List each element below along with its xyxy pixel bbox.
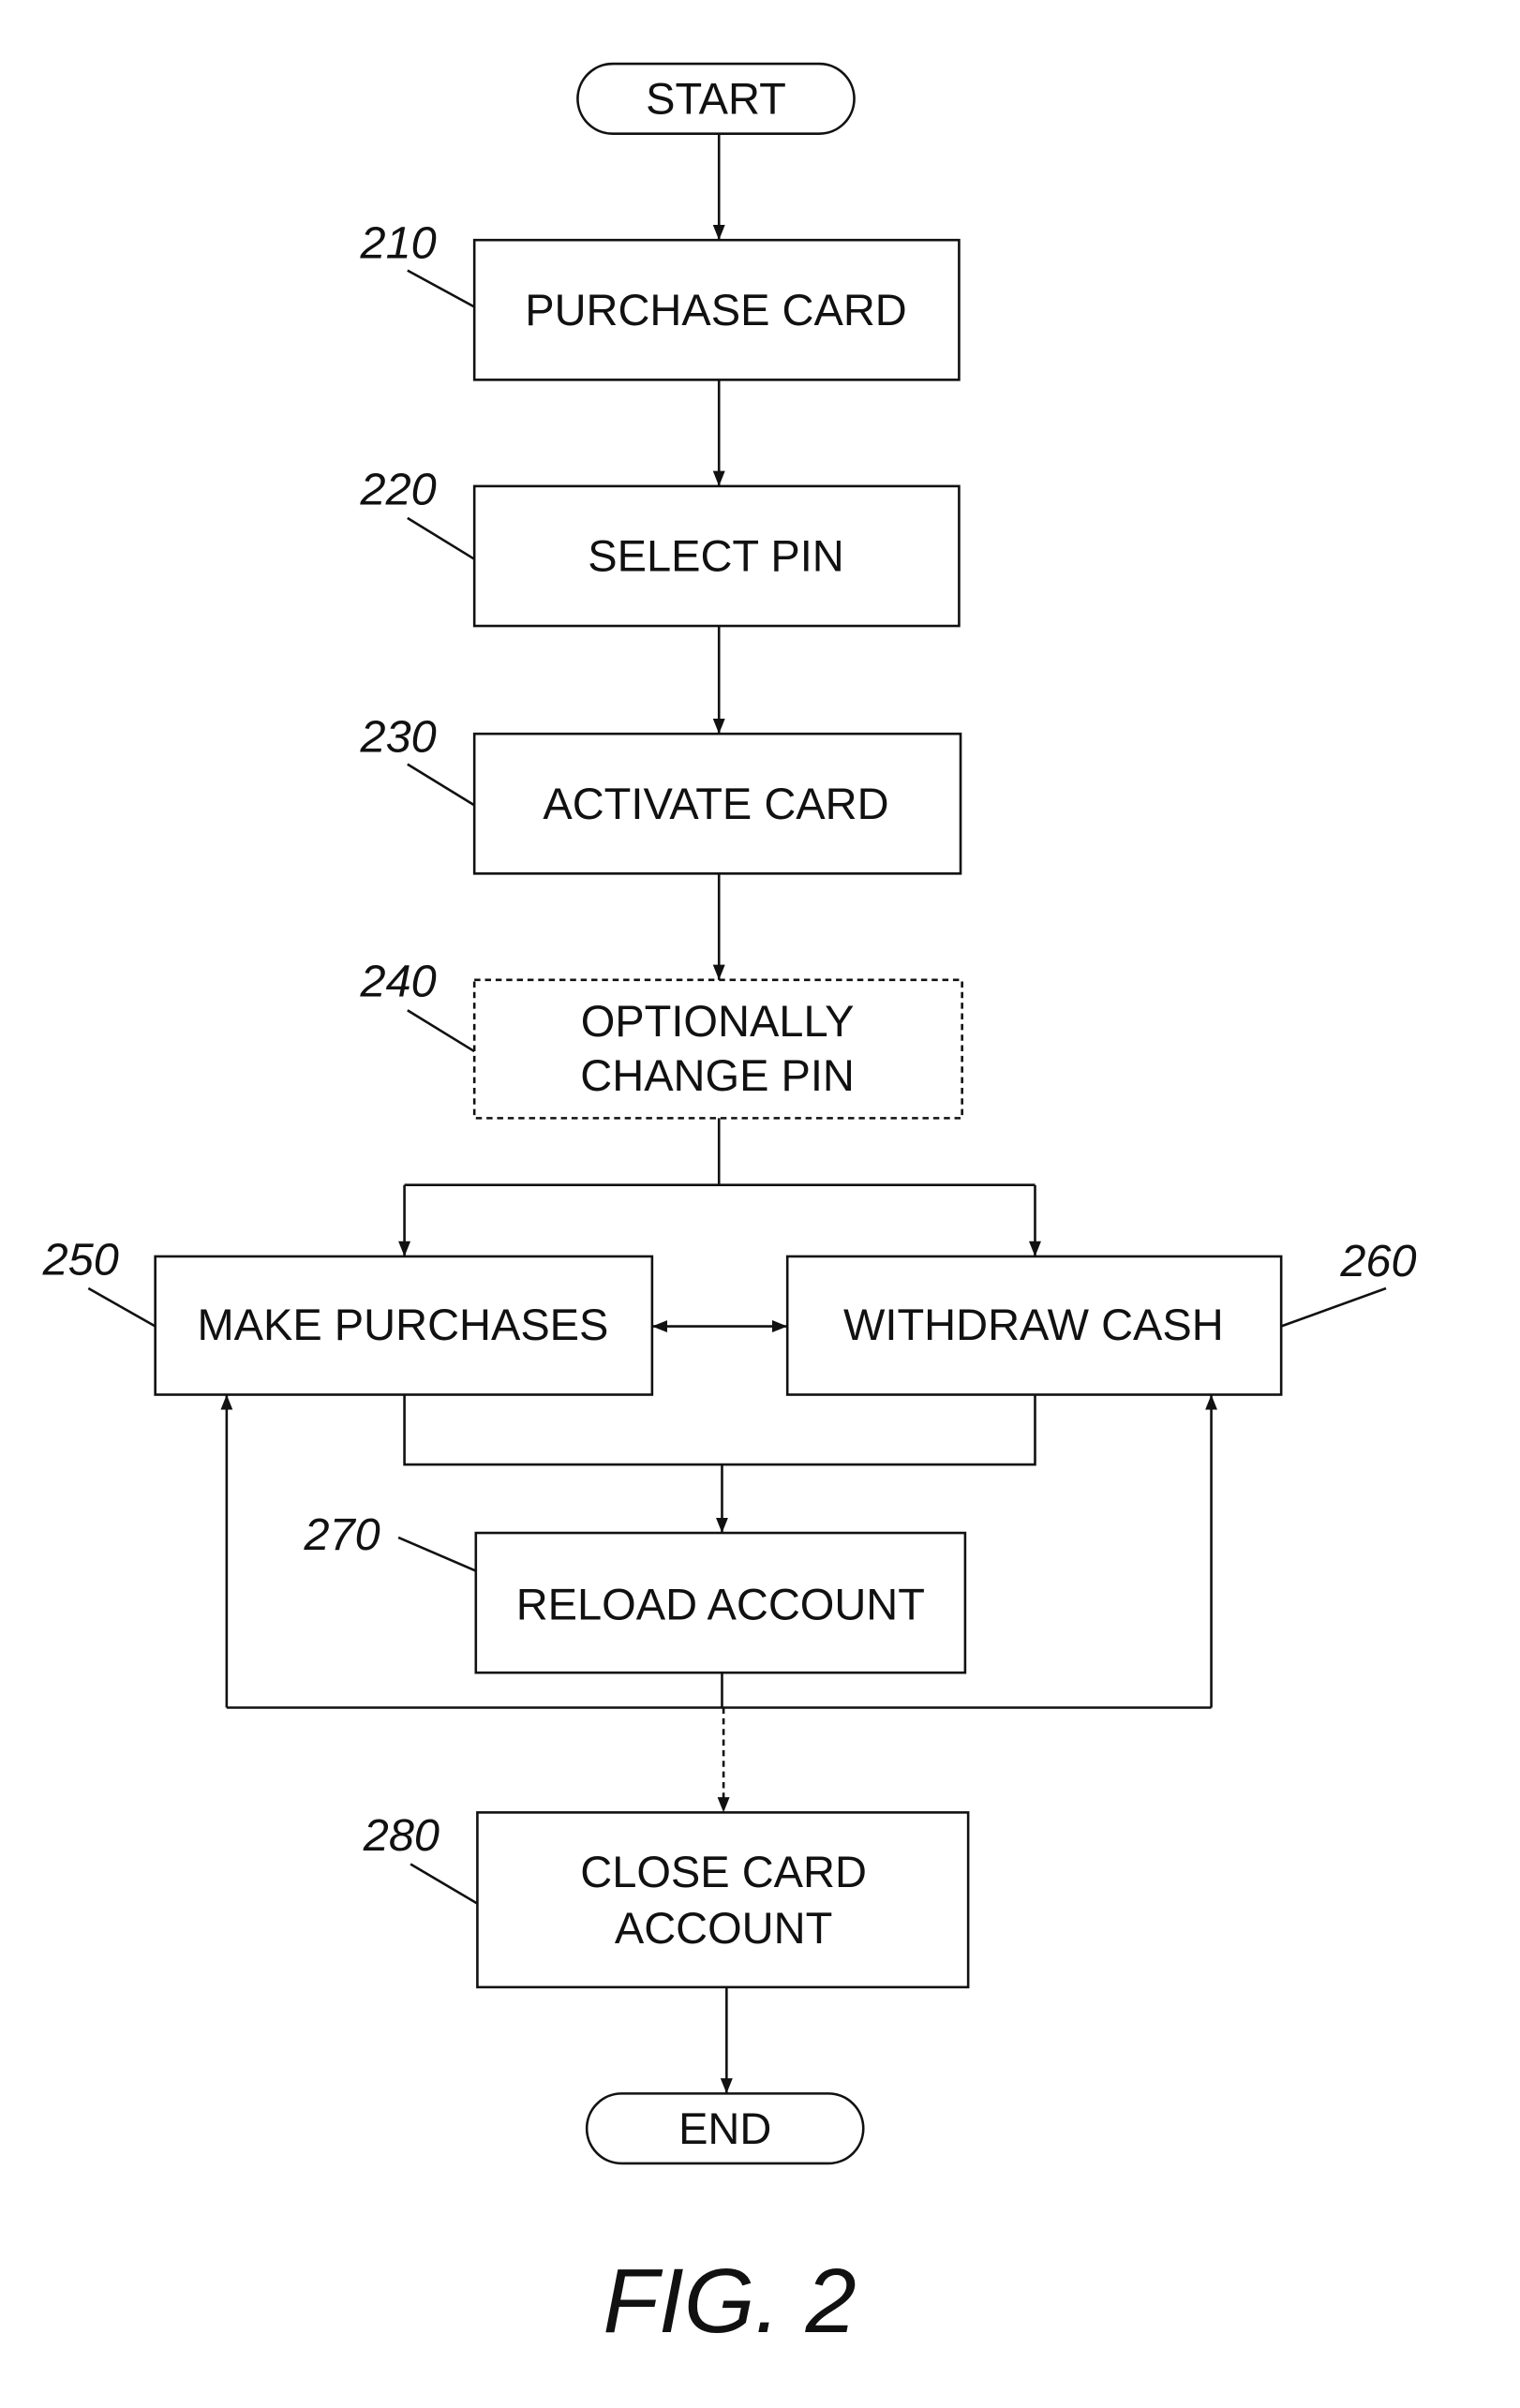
- leader-270: [397, 1536, 477, 1572]
- leader-230: [407, 763, 475, 807]
- step-280-label-line2: ACCOUNT: [615, 1903, 832, 1953]
- connector-merge-bar: [403, 1394, 1036, 1466]
- step-250-label: MAKE PURCHASES: [197, 1300, 608, 1349]
- start-label: START: [646, 74, 786, 124]
- ref-250: 250: [42, 1234, 119, 1285]
- leader-240: [407, 1009, 475, 1053]
- step-240-label-line1: OPTIONALLY: [581, 996, 855, 1046]
- leader-280: [410, 1863, 479, 1905]
- step-210-label: PURCHASE CARD: [525, 285, 907, 334]
- leader-220: [407, 516, 475, 560]
- ref-270: 270: [304, 1509, 380, 1560]
- ref-220: 220: [360, 464, 437, 514]
- step-260-label: WITHDRAW CASH: [843, 1300, 1224, 1349]
- step-280-label-line1: CLOSE CARD: [580, 1847, 867, 1896]
- ref-210: 210: [360, 218, 437, 269]
- flowchart: START PURCHASE CARD 210 SELECT PIN 220 A…: [42, 62, 1417, 2352]
- leader-260: [1280, 1286, 1387, 1328]
- leader-250: [87, 1286, 156, 1328]
- leader-210: [407, 269, 475, 308]
- step-210: PURCHASE CARD 210: [360, 218, 961, 381]
- ref-280: 280: [363, 1810, 440, 1861]
- step-260: WITHDRAW CASH 260: [785, 1236, 1417, 1396]
- step-220: SELECT PIN 220: [360, 464, 961, 628]
- start-terminal: START: [576, 62, 856, 135]
- ref-230: 230: [360, 712, 437, 763]
- step-220-label: SELECT PIN: [588, 531, 844, 581]
- step-250: MAKE PURCHASES 250: [42, 1234, 654, 1396]
- end-label: END: [678, 2103, 771, 2153]
- figure-label: FIG. 2: [603, 2250, 856, 2352]
- step-270: RELOAD ACCOUNT 270: [304, 1509, 967, 1674]
- step-280: CLOSE CARD ACCOUNT 280: [363, 1810, 970, 1989]
- ref-240: 240: [360, 957, 437, 1007]
- step-240: OPTIONALLY CHANGE PIN 240: [360, 957, 963, 1120]
- end-terminal: END: [585, 2092, 865, 2165]
- step-270-label: RELOAD ACCOUNT: [516, 1579, 925, 1628]
- ref-260: 260: [1339, 1236, 1416, 1286]
- step-230: ACTIVATE CARD 230: [360, 712, 962, 875]
- step-230-label: ACTIVATE CARD: [543, 779, 888, 828]
- step-240-label-line2: CHANGE PIN: [580, 1050, 855, 1100]
